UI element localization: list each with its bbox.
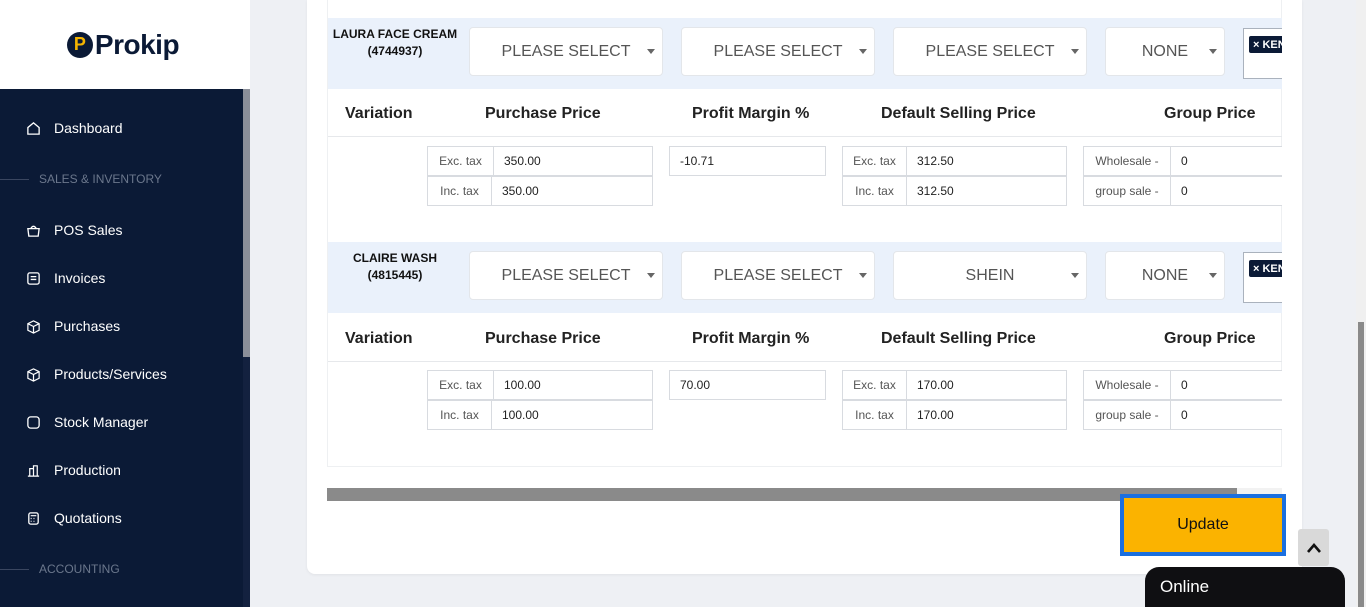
chat-status-widget[interactable]: Online (1145, 567, 1345, 607)
variation-header-row: Variation Purchase Price Profit Margin %… (328, 314, 1282, 362)
tag-select[interactable]: × KEN (1243, 28, 1282, 79)
selling-inc-tax-field[interactable]: Inc. tax 312.50 (842, 176, 1067, 206)
sidebar-item-label: Dashboard (54, 120, 123, 136)
select-dropdown[interactable]: PLEASE SELECT (681, 251, 875, 300)
sidebar-item-stock-manager[interactable]: Stock Manager (26, 414, 148, 430)
building-icon (27, 464, 40, 477)
selling-exc-tax-field[interactable]: Exc. tax 170.00 (842, 370, 1067, 400)
header-default-selling-price: Default Selling Price (881, 330, 1036, 347)
section-accounting: ACCOUNTING (0, 562, 243, 576)
purchase-inc-tax-field[interactable]: Inc. tax 100.00 (427, 400, 653, 430)
sidebar-item-products-services[interactable]: Products/Services (26, 366, 167, 382)
sidebar-item-pos-sales[interactable]: POS Sales (26, 222, 122, 238)
header-profit-margin: Profit Margin % (692, 330, 810, 347)
profit-margin-field[interactable]: -10.71 (669, 146, 826, 176)
profit-margin-field[interactable]: 70.00 (669, 370, 826, 400)
sidebar-item-label: POS Sales (54, 222, 123, 238)
sidebar-item-quotations[interactable]: Quotations (26, 510, 122, 526)
select-dropdown[interactable]: PLEASE SELECT (681, 27, 875, 76)
group-price-wholesale-field[interactable]: Wholesale -0 (1083, 370, 1282, 400)
logo-text: Prokip (94, 28, 180, 60)
logo[interactable]: P Prokip (66, 28, 180, 61)
chevron-up-icon (1306, 542, 1321, 553)
select-dropdown[interactable]: PLEASE SELECT (893, 27, 1087, 76)
header-variation: Variation (345, 330, 413, 347)
tag-select[interactable]: × KEN (1243, 252, 1282, 303)
group-price-group-sale-field[interactable]: group sale -0 (1083, 400, 1282, 430)
header-group-price: Group Price (1164, 330, 1256, 347)
table-horizontal-scrollbar-thumb[interactable] (327, 488, 1237, 501)
select-dropdown[interactable]: PLEASE SELECT (469, 251, 663, 300)
caret-down-icon (859, 49, 867, 54)
section-sales-inventory: SALES & INVENTORY (0, 172, 243, 186)
caret-down-icon (647, 273, 655, 278)
basket-icon (27, 225, 40, 237)
sidebar-item-label: Stock Manager (54, 414, 149, 430)
purchase-exc-tax-field[interactable]: Exc. tax 350.00 (427, 146, 653, 176)
header-purchase-price: Purchase Price (485, 330, 601, 347)
logo-area: P Prokip (0, 0, 250, 89)
invoice-icon (27, 271, 40, 285)
logo-mark-icon: P (66, 31, 93, 58)
box-icon (27, 319, 40, 334)
caret-down-icon (1209, 49, 1217, 54)
update-button[interactable]: Update (1120, 494, 1286, 556)
selling-exc-tax-field[interactable]: Exc. tax 312.50 (842, 146, 1067, 176)
caret-down-icon (1071, 49, 1079, 54)
header-profit-margin: Profit Margin % (692, 105, 810, 122)
sidebar-item-label: Purchases (54, 318, 121, 334)
variation-header-row: Variation Purchase Price Profit Margin %… (328, 89, 1282, 137)
sidebar-item-invoices[interactable]: Invoices (26, 270, 105, 286)
purchase-exc-tax-field[interactable]: Exc. tax 100.00 (427, 370, 653, 400)
select-dropdown[interactable]: NONE (1105, 251, 1225, 300)
scroll-to-top-button[interactable] (1298, 529, 1329, 566)
caret-down-icon (647, 49, 655, 54)
product-name: LAURA FACE CREAM (4744937) (332, 27, 458, 58)
sidebar-item-dashboard[interactable]: Dashboard (26, 120, 123, 136)
tag-chip[interactable]: × KEN (1249, 36, 1282, 53)
sidebar-item-label: Invoices (54, 270, 106, 286)
stock-icon (27, 415, 40, 429)
caret-down-icon (1209, 273, 1217, 278)
sidebar-item-label: Products/Services (54, 366, 167, 382)
selling-inc-tax-field[interactable]: Inc. tax 170.00 (842, 400, 1067, 430)
sidebar-scrollbar-thumb[interactable] (243, 89, 250, 357)
product-name: CLAIRE WASH (4815445) (353, 251, 437, 282)
sidebar-item-production[interactable]: Production (26, 462, 121, 478)
header-group-price: Group Price (1164, 105, 1256, 122)
header-variation: Variation (345, 105, 413, 122)
sidebar-item-label: Quotations (54, 510, 122, 526)
select-dropdown[interactable]: SHEIN (893, 251, 1087, 300)
group-price-group-sale-field[interactable]: group sale -0 (1083, 176, 1282, 206)
caret-down-icon (859, 273, 867, 278)
calculator-icon (28, 511, 39, 525)
select-dropdown[interactable]: PLEASE SELECT (469, 27, 663, 76)
select-dropdown[interactable]: NONE (1105, 27, 1225, 76)
group-price-wholesale-field[interactable]: Wholesale -0 (1083, 146, 1282, 176)
home-icon (27, 121, 40, 135)
tag-chip[interactable]: × KEN (1249, 260, 1282, 277)
header-purchase-price: Purchase Price (485, 105, 601, 122)
header-default-selling-price: Default Selling Price (881, 105, 1036, 122)
sidebar-item-label: Production (54, 462, 121, 478)
page-scrollbar-thumb[interactable] (1358, 322, 1364, 607)
sidebar-item-purchases[interactable]: Purchases (26, 318, 120, 334)
caret-down-icon (1071, 273, 1079, 278)
cube-icon (27, 367, 40, 382)
purchase-inc-tax-field[interactable]: Inc. tax 350.00 (427, 176, 653, 206)
